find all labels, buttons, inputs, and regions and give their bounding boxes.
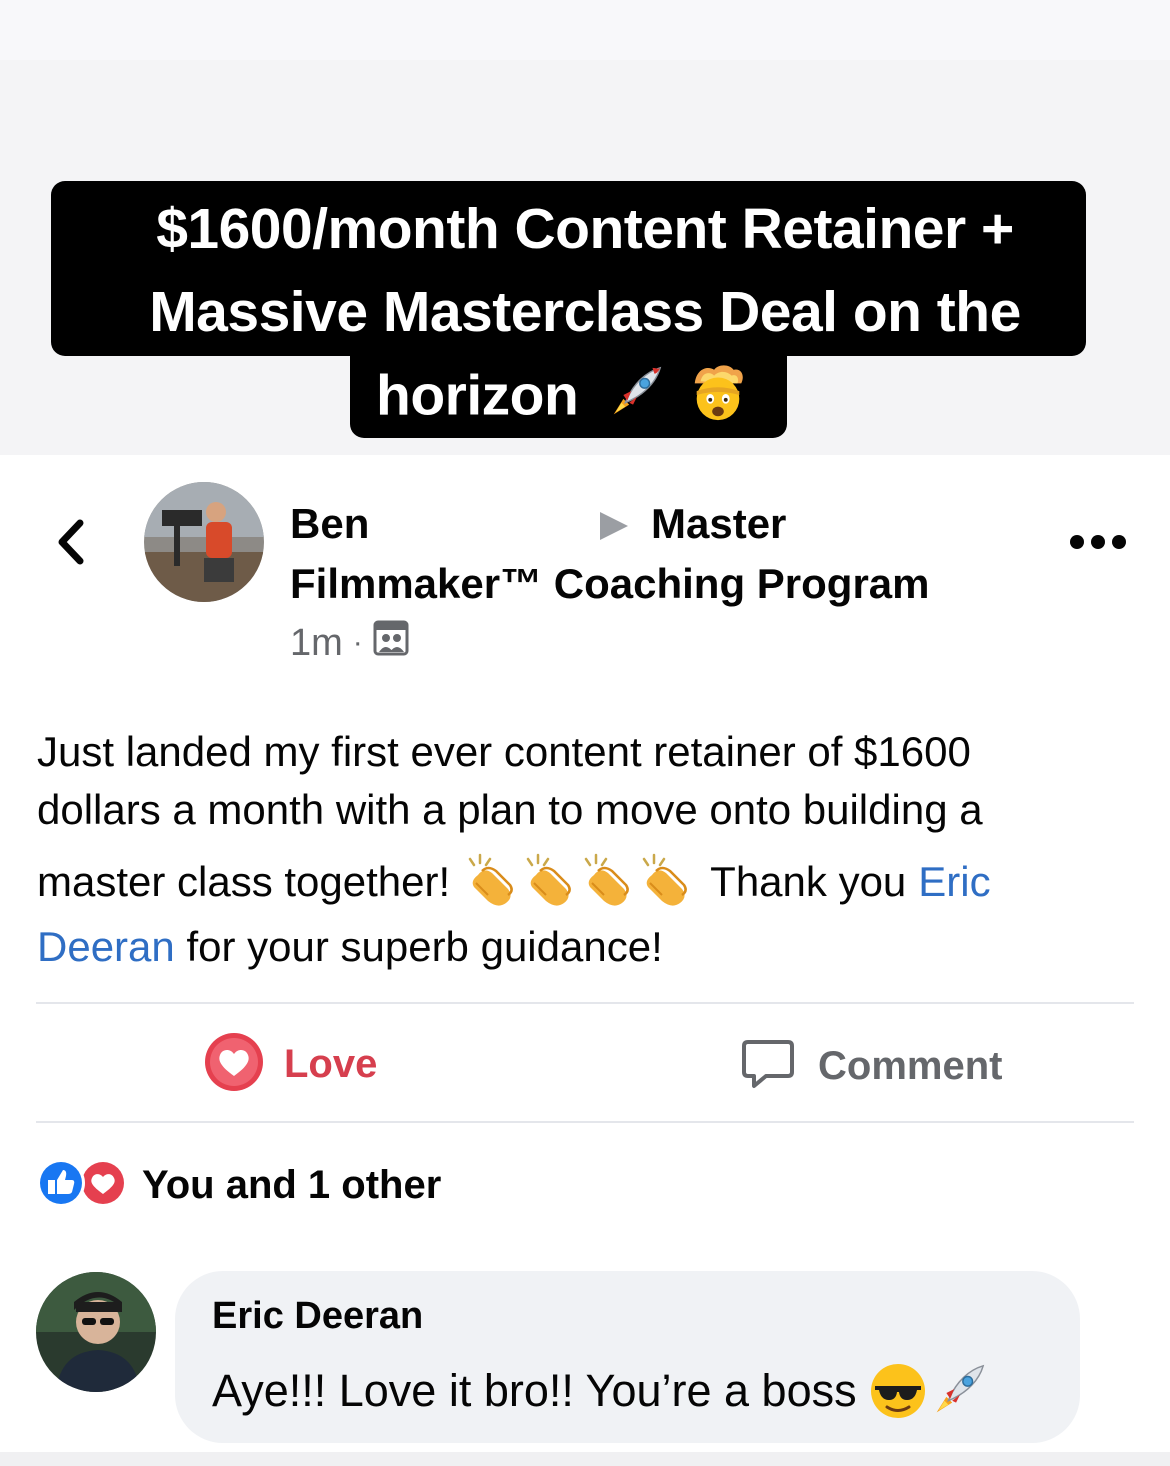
caption-line-2: Massive Masterclass Deal on the — [149, 280, 1021, 344]
post-text-line-3-start: master class together! — [37, 858, 451, 905]
back-chevron-icon[interactable] — [52, 517, 92, 567]
commenter-avatar[interactable] — [36, 1272, 156, 1392]
clapping-hands-icon — [636, 853, 694, 911]
divider — [36, 1121, 1134, 1123]
comment-icon — [740, 1036, 796, 1097]
post-text-line-2: dollars a month with a plan to move onto… — [37, 786, 983, 833]
post-text-line-3: master class together! Thank you Eric — [37, 850, 991, 913]
love-button[interactable]: Love — [204, 1032, 378, 1097]
bottom-strip — [0, 1452, 1170, 1466]
group-icon — [373, 620, 409, 666]
love-icon — [204, 1032, 264, 1097]
divider — [36, 1002, 1134, 1004]
group-name-part2[interactable]: Filmmaker™ Coaching Program — [290, 560, 930, 608]
clapping-hands-icon — [520, 853, 578, 911]
author-name[interactable]: Ben — [290, 500, 369, 548]
post-text-line-3-end: Thank you — [710, 858, 907, 905]
post-text-line-4-end: for your superb guidance! — [186, 923, 663, 970]
dot — [1091, 535, 1105, 549]
caption-line-1: $1600/month Content Retainer + — [156, 197, 1014, 261]
shared-to-arrow-icon — [600, 512, 628, 540]
dot — [1070, 535, 1084, 549]
like-icon — [36, 1158, 86, 1213]
author-avatar[interactable] — [144, 482, 264, 602]
group-name-part1[interactable]: Master — [651, 500, 786, 548]
reactions-text: You and 1 other — [142, 1162, 442, 1207]
mention-link-cont[interactable]: Deeran — [37, 923, 175, 970]
exploding-head-icon — [687, 362, 749, 437]
post-text-line-1: Just landed my first ever content retain… — [37, 728, 971, 775]
sunglasses-face-icon — [869, 1362, 927, 1420]
caption-line-3: horizon — [350, 362, 787, 437]
comment-text-body: Aye!!! Love it bro!! You’re a boss — [212, 1365, 857, 1416]
commenter-name[interactable]: Eric Deeran — [212, 1295, 423, 1338]
reactions-summary[interactable]: You and 1 other — [36, 1158, 442, 1213]
comment-label: Comment — [818, 1043, 1003, 1088]
post-text-line-4: Deeran for your superb guidance! — [37, 915, 663, 978]
post-timestamp[interactable]: 1m — [290, 622, 343, 665]
rocket-icon — [927, 1360, 989, 1422]
comment-text: Aye!!! Love it bro!! You’re a boss — [212, 1360, 989, 1422]
comment-button[interactable]: Comment — [740, 1036, 1002, 1096]
clapping-hands-icon — [462, 853, 520, 911]
more-options-button[interactable] — [1070, 528, 1126, 556]
clapping-hands-icons — [462, 853, 694, 911]
post-meta: 1m · — [290, 620, 409, 666]
dot — [1112, 535, 1126, 549]
meta-separator: · — [352, 626, 363, 659]
clapping-hands-icon — [578, 853, 636, 911]
rocket-icon — [604, 362, 666, 437]
mention-link[interactable]: Eric — [918, 850, 990, 913]
love-label: Love — [284, 1041, 378, 1086]
caption-line-3-text: horizon — [376, 363, 579, 428]
